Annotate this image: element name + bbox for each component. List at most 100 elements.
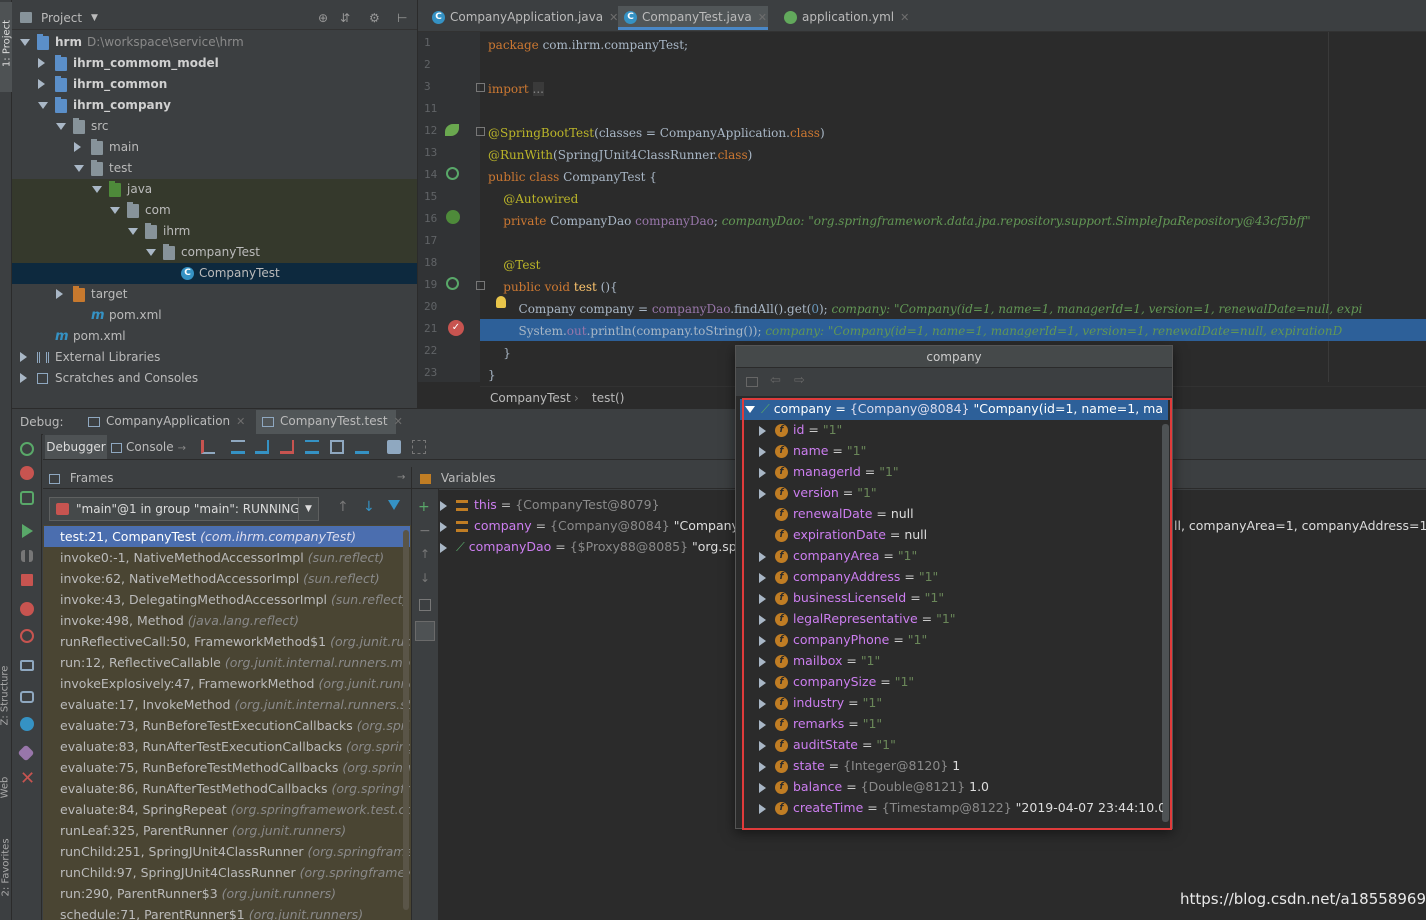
chevron-down-icon[interactable] (92, 186, 102, 193)
console-tab[interactable]: Console → (111, 435, 201, 459)
tree-node[interactable]: com (12, 200, 417, 221)
tree-node[interactable]: ihrm (12, 221, 417, 242)
close-icon[interactable]: ✕ (394, 415, 403, 428)
chevron-right-icon[interactable] (759, 467, 766, 478)
rerun-icon[interactable] (20, 442, 34, 456)
chevron-right-icon[interactable] (759, 446, 766, 457)
close-icon[interactable]: ✕ (236, 415, 245, 428)
popup-field-row[interactable]: f version = "1" (743, 482, 1163, 503)
hide-panel-icon[interactable]: ⊢ (397, 6, 407, 30)
stack-frame[interactable]: runReflectiveCall:50, FrameworkMethod$1 … (44, 631, 410, 652)
stack-frame[interactable]: evaluate:75, RunBeforeTestMethodCallback… (44, 757, 410, 778)
tree-node[interactable]: main (12, 137, 417, 158)
chevron-right-icon[interactable] (759, 740, 766, 751)
popup-field-row[interactable]: f auditState = "1" (743, 734, 1163, 755)
code-line[interactable]: import ... (488, 78, 544, 100)
popup-scrollbar[interactable] (1162, 424, 1169, 822)
drop-frame-icon[interactable] (330, 440, 344, 454)
code-line[interactable]: public void test (){ (488, 276, 617, 298)
chevron-right-icon[interactable] (759, 803, 766, 814)
trace-icon[interactable] (412, 440, 426, 454)
tree-node[interactable]: C CompanyTest (12, 263, 417, 284)
chevron-right-icon[interactable] (38, 58, 45, 68)
stack-frame[interactable]: evaluate:84, SpringRepeat (org.springfra… (44, 799, 410, 820)
code-line[interactable]: } (488, 342, 511, 364)
watches-toggle-icon[interactable] (415, 621, 435, 641)
run-test-icon[interactable] (446, 167, 459, 180)
stack-frame[interactable]: evaluate:73, RunBeforeTestExecutionCallb… (44, 715, 410, 736)
tree-node[interactable]: hrm D:\workspace\service\hrm (12, 32, 417, 53)
close-icon[interactable]: ✕ (20, 770, 38, 788)
popup-field-row[interactable]: f businessLicenseId = "1" (743, 587, 1163, 608)
code-line[interactable]: package com.ihrm.companyTest; (488, 34, 688, 56)
popup-field-row[interactable]: f renewalDate = null (743, 503, 1163, 524)
layout-icon[interactable] (20, 691, 34, 703)
popup-field-row[interactable]: f companyPhone = "1" (743, 629, 1163, 650)
stack-frame[interactable]: run:12, ReflectiveCallable (org.junit.in… (44, 652, 410, 673)
mute-breakpoints-icon[interactable] (20, 629, 34, 643)
stack-frame[interactable]: invoke:62, NativeMethodAccessorImpl (sun… (44, 568, 410, 589)
tree-node[interactable]: test (12, 158, 417, 179)
chevron-down-icon[interactable] (74, 165, 84, 172)
back-arrow-icon[interactable]: ⇦ (770, 373, 781, 388)
editor-tab[interactable]: C CompanyApplication.java ✕ (426, 6, 618, 30)
breakpoint-icon[interactable]: ✓ (448, 320, 464, 336)
popup-field-row[interactable]: f legalRepresentative = "1" (743, 608, 1163, 629)
popup-title-bar[interactable]: company (736, 346, 1172, 368)
code-line[interactable]: @SpringBootTest(classes = CompanyApplica… (488, 122, 825, 144)
resume-icon[interactable] (22, 524, 33, 538)
popup-field-row[interactable]: f remarks = "1" (743, 713, 1163, 734)
fold-marker-icon[interactable] (476, 127, 485, 136)
stack-frame[interactable]: runLeaf:325, ParentRunner (org.junit.run… (44, 820, 410, 841)
add-watch-icon[interactable]: + (418, 499, 430, 515)
step-out-icon[interactable] (305, 440, 319, 454)
chevron-right-icon[interactable] (759, 656, 766, 667)
tree-node[interactable]: m pom.xml (12, 326, 417, 347)
restore-layout-icon[interactable] (20, 491, 34, 505)
popup-field-row[interactable]: f createTime = {Timestamp@8122} "2019-04-… (743, 797, 1163, 818)
popup-field-row[interactable]: f mailbox = "1" (743, 650, 1163, 671)
stack-frame[interactable]: evaluate:83, RunAfterTestExecutionCallba… (44, 736, 410, 757)
chevron-down-icon[interactable] (56, 123, 66, 130)
pin-icon[interactable] (17, 744, 35, 762)
remove-watch-icon[interactable]: − (419, 523, 431, 539)
popup-field-row[interactable]: f companyAddress = "1" (743, 566, 1163, 587)
chevron-down-icon[interactable] (38, 102, 48, 109)
chevron-right-icon[interactable] (759, 551, 766, 562)
move-up-icon[interactable]: ↑ (420, 547, 430, 561)
chevron-right-icon[interactable] (38, 79, 45, 89)
code-line[interactable]: public class CompanyTest { (488, 166, 657, 188)
chevron-right-icon[interactable] (759, 719, 766, 730)
chevron-right-icon[interactable] (759, 782, 766, 793)
arrow-down-icon[interactable]: ↓ (363, 499, 375, 515)
chevron-down-icon[interactable] (146, 249, 156, 256)
debug-run-tab[interactable]: CompanyTest.test ✕ (256, 410, 403, 434)
breadcrumb-class[interactable]: CompanyTest (490, 387, 571, 409)
tree-node[interactable]: target (12, 284, 417, 305)
gear-icon[interactable]: ⚙ (369, 6, 380, 30)
variable-row[interactable]: this = {CompanyTest@8079} (440, 494, 660, 515)
step-into-icon[interactable] (255, 440, 269, 454)
tree-node[interactable]: java (12, 179, 417, 200)
popup-field-row[interactable]: f expirationDate = null (743, 524, 1163, 545)
chevron-right-icon[interactable] (759, 572, 766, 583)
code-line[interactable]: @Test (488, 254, 540, 276)
stack-frame[interactable]: invokeExplosively:47, FrameworkMethod (o… (44, 673, 410, 694)
frames-scrollbar[interactable] (403, 530, 409, 910)
code-line[interactable]: private CompanyDao companyDao; companyDa… (488, 210, 1310, 232)
code-line[interactable]: System.out.println(company.toString()); … (488, 320, 1343, 342)
code-line[interactable]: } (488, 364, 496, 386)
chevron-right-icon[interactable] (440, 521, 447, 532)
chevron-right-icon[interactable] (56, 289, 63, 299)
fold-marker-icon[interactable] (476, 281, 485, 290)
chevron-right-icon[interactable] (759, 761, 766, 772)
tree-node[interactable]: External Libraries (12, 347, 417, 368)
forward-arrow-icon[interactable]: ⇨ (794, 373, 805, 388)
chevron-right-icon[interactable] (440, 542, 447, 553)
stack-frame[interactable]: run:290, ParentRunner$3 (org.junit.runne… (44, 883, 410, 904)
web-tool-button[interactable]: Web (0, 760, 12, 820)
stop-icon[interactable] (21, 574, 33, 586)
stop-all-icon[interactable] (20, 466, 34, 480)
stack-frame[interactable]: evaluate:17, InvokeMethod (org.junit.int… (44, 694, 410, 715)
popup-field-row[interactable]: f id = "1" (743, 419, 1163, 440)
